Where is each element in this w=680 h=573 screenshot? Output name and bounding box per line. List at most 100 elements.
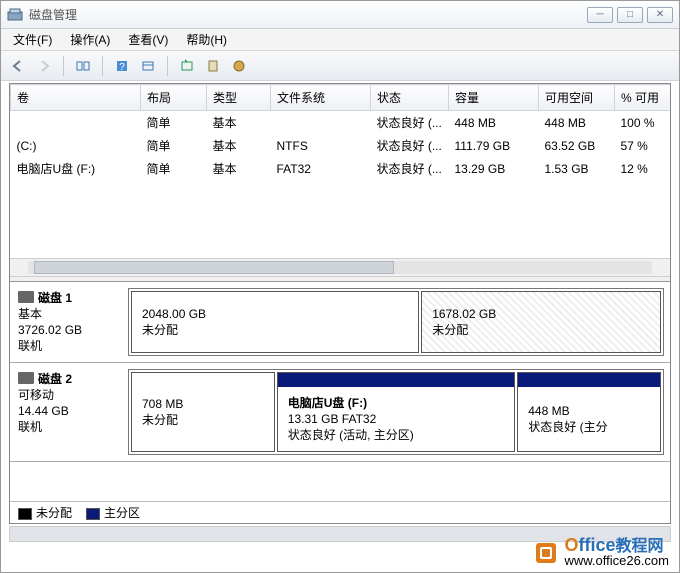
col-type[interactable]: 类型: [207, 85, 271, 111]
help-icon[interactable]: ?: [111, 55, 133, 77]
legend-unallocated-label: 未分配: [36, 506, 72, 520]
work-area: 卷 布局 类型 文件系统 状态 容量 可用空间 % 可用 简单基本状态良好 (.…: [9, 83, 671, 524]
watermark-brand: Office教程网: [564, 538, 669, 554]
col-pctfree[interactable]: % 可用: [615, 85, 671, 111]
cell-pct: 100 %: [615, 111, 671, 135]
volume-table[interactable]: 卷 布局 类型 文件系统 状态 容量 可用空间 % 可用 简单基本状态良好 (.…: [10, 84, 670, 258]
cell-name: 电脑店U盘 (F:): [11, 157, 141, 180]
disk-info[interactable]: 磁盘 1基本3726.02 GB联机: [16, 288, 122, 356]
cell-status: 状态良好 (...: [371, 134, 449, 157]
menu-action[interactable]: 操作(A): [62, 29, 118, 50]
toolbar-separator: [63, 56, 64, 76]
close-button[interactable]: ✕: [647, 7, 673, 23]
partition-status: 状态良好 (活动, 主分区): [288, 427, 504, 443]
partition-status: 未分配: [432, 322, 650, 338]
partition-status: 未分配: [142, 412, 264, 428]
watermark: Office教程网 www.office26.com: [534, 538, 669, 568]
partition-size: 448 MB: [528, 403, 650, 419]
disk-title: 磁盘 1: [38, 291, 72, 305]
cell-free: 1.53 GB: [539, 157, 615, 180]
cell-cap: 111.79 GB: [449, 134, 539, 157]
cell-layout: 简单: [141, 111, 207, 135]
partition[interactable]: 708 MB未分配: [131, 372, 275, 452]
disk-size: 14.44 GB: [18, 403, 120, 419]
legend-primary-label: 主分区: [104, 506, 140, 520]
watermark-logo-icon: [534, 541, 558, 565]
minimize-button[interactable]: ─: [587, 7, 613, 23]
cell-free: 448 MB: [539, 111, 615, 135]
cell-pct: 12 %: [615, 157, 671, 180]
disk-state: 联机: [18, 338, 120, 354]
cell-fs: [271, 111, 371, 135]
cell-fs: FAT32: [271, 157, 371, 180]
back-button[interactable]: [7, 55, 29, 77]
cell-free: 63.52 GB: [539, 134, 615, 157]
partition[interactable]: 电脑店U盘 (F:)13.31 GB FAT32状态良好 (活动, 主分区): [277, 372, 515, 452]
legend-unallocated: 未分配: [18, 504, 72, 521]
col-layout[interactable]: 布局: [141, 85, 207, 111]
partition[interactable]: 448 MB状态良好 (主分: [517, 372, 661, 452]
col-status[interactable]: 状态: [371, 85, 449, 111]
disk-info[interactable]: 磁盘 2可移动14.44 GB联机: [16, 369, 122, 455]
cell-cap: 448 MB: [449, 111, 539, 135]
svg-text:?: ?: [119, 62, 125, 73]
forward-button[interactable]: [33, 55, 55, 77]
menu-help[interactable]: 帮助(H): [178, 29, 235, 50]
col-volume[interactable]: 卷: [11, 85, 141, 111]
table-row[interactable]: 简单基本状态良好 (...448 MB448 MB100 %: [11, 111, 671, 135]
cell-layout: 简单: [141, 134, 207, 157]
cell-status: 状态良好 (...: [371, 157, 449, 180]
partition-size: 1678.02 GB: [432, 306, 650, 322]
col-filesystem[interactable]: 文件系统: [271, 85, 371, 111]
cell-status: 状态良好 (...: [371, 111, 449, 135]
toolbar-properties-icon[interactable]: [202, 55, 224, 77]
table-row[interactable]: (C:)简单基本NTFS状态良好 (...111.79 GB63.52 GB57…: [11, 134, 671, 157]
disk-icon: [18, 372, 34, 384]
maximize-button[interactable]: □: [617, 7, 643, 23]
toolbar-view-icon[interactable]: [72, 55, 94, 77]
volume-hscrollbar[interactable]: [10, 258, 670, 276]
disk-kind: 可移动: [18, 387, 120, 403]
cell-type: 基本: [207, 134, 271, 157]
menu-file[interactable]: 文件(F): [5, 29, 60, 50]
partition-size: 708 MB: [142, 396, 264, 412]
disk-icon: [18, 291, 34, 303]
partition[interactable]: 1678.02 GB未分配: [421, 291, 661, 353]
watermark-url: www.office26.com: [564, 554, 669, 568]
toolbar-settings-icon[interactable]: [228, 55, 250, 77]
cell-layout: 简单: [141, 157, 207, 180]
disk-kind: 基本: [18, 306, 120, 322]
toolbar-separator: [167, 56, 168, 76]
cell-type: 基本: [207, 111, 271, 135]
disk-size: 3726.02 GB: [18, 322, 120, 338]
disk-row: 磁盘 1基本3726.02 GB联机2048.00 GB未分配1678.02 G…: [10, 282, 670, 363]
cell-type: 基本: [207, 157, 271, 180]
app-icon: [7, 7, 23, 23]
disk-state: 联机: [18, 419, 120, 435]
cell-name: (C:): [11, 134, 141, 157]
legend: 未分配 主分区: [10, 501, 670, 523]
menu-bar: 文件(F) 操作(A) 查看(V) 帮助(H): [1, 29, 679, 51]
legend-primary: 主分区: [86, 504, 140, 521]
disk-row: 磁盘 2可移动14.44 GB联机708 MB未分配电脑店U盘 (F:)13.3…: [10, 363, 670, 462]
col-free[interactable]: 可用空间: [539, 85, 615, 111]
cell-fs: NTFS: [271, 134, 371, 157]
partitions-container: 708 MB未分配电脑店U盘 (F:)13.31 GB FAT32状态良好 (活…: [128, 369, 664, 455]
partition[interactable]: 2048.00 GB未分配: [131, 291, 419, 353]
menu-view[interactable]: 查看(V): [120, 29, 176, 50]
cell-name: [11, 111, 141, 135]
partition-status: 状态良好 (主分: [528, 419, 650, 435]
partition-name: 电脑店U盘 (F:): [288, 395, 504, 411]
toolbar-list-icon[interactable]: [137, 55, 159, 77]
table-row[interactable]: 电脑店U盘 (F:)简单基本FAT32状态良好 (...13.29 GB1.53…: [11, 157, 671, 180]
window-buttons: ─ □ ✕: [587, 7, 673, 23]
toolbar: ?: [1, 51, 679, 81]
window-title: 磁盘管理: [29, 6, 587, 23]
partitions-container: 2048.00 GB未分配1678.02 GB未分配: [128, 288, 664, 356]
toolbar-refresh-icon[interactable]: [176, 55, 198, 77]
disk-title: 磁盘 2: [38, 372, 72, 386]
toolbar-separator: [102, 56, 103, 76]
col-capacity[interactable]: 容量: [449, 85, 539, 111]
partition-size: 13.31 GB FAT32: [288, 411, 504, 427]
title-bar: 磁盘管理 ─ □ ✕: [1, 1, 679, 29]
